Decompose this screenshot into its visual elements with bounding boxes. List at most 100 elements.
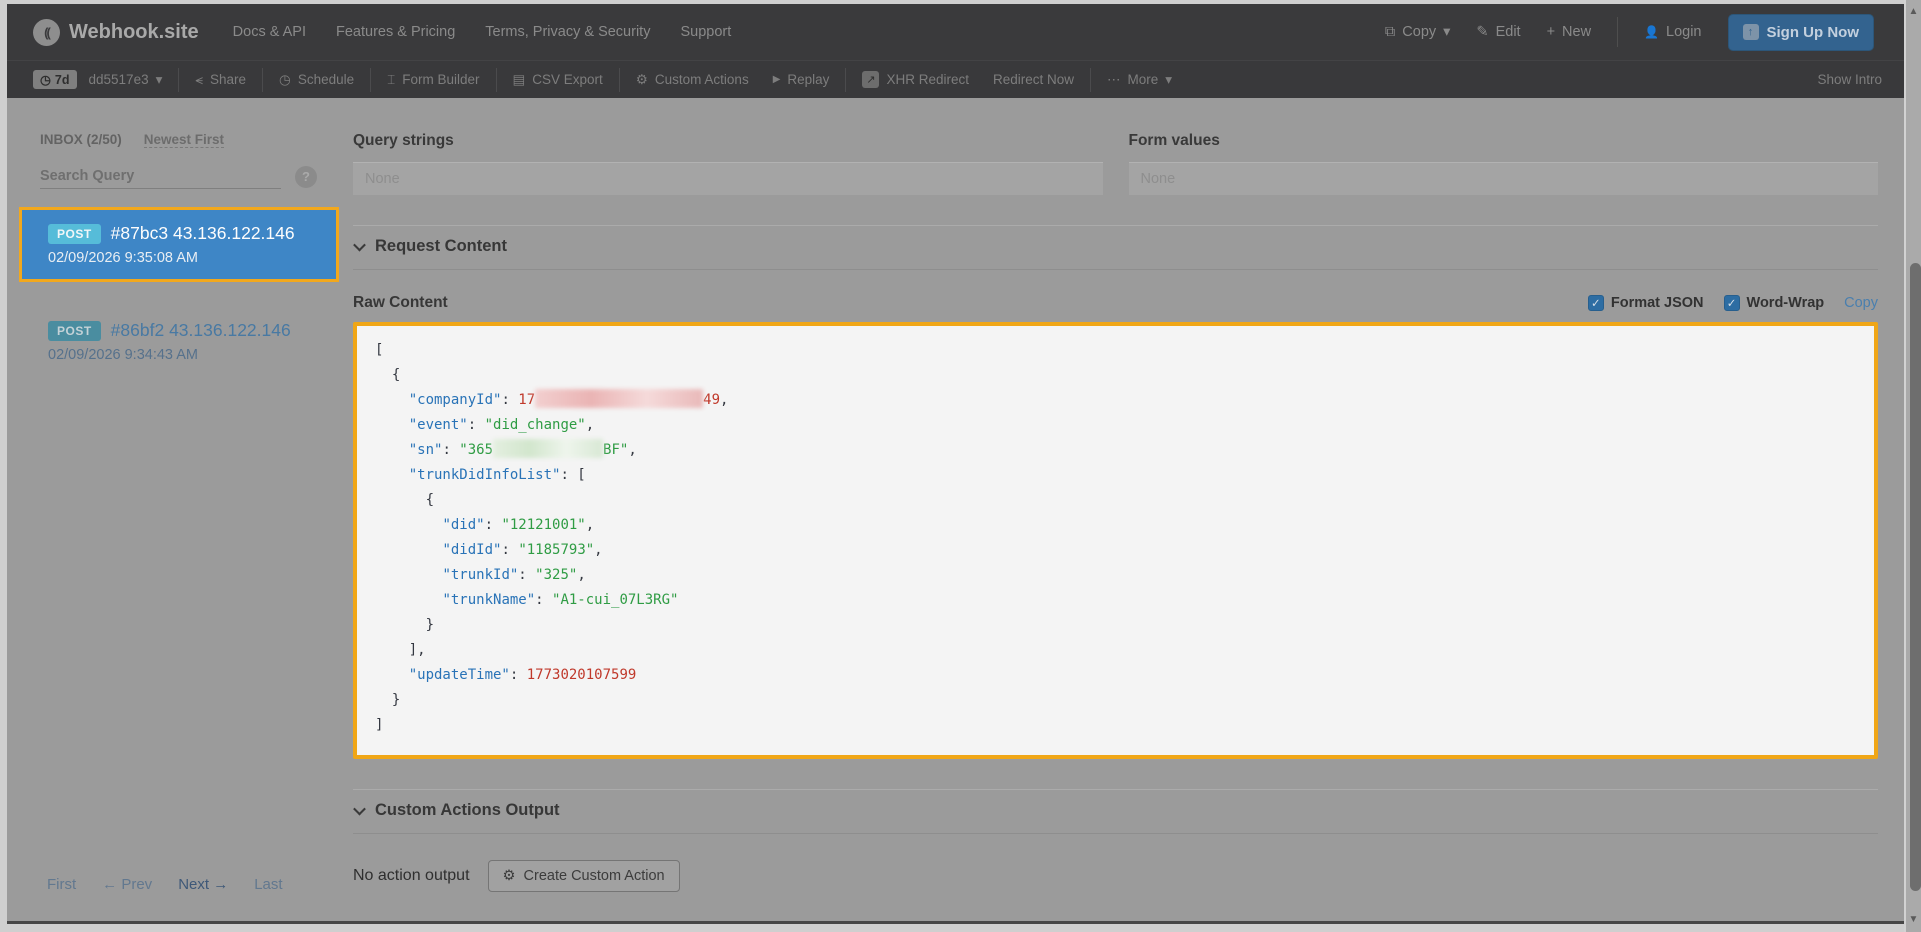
sign-up-now-button[interactable]: ↑ Sign Up Now — [1728, 14, 1875, 51]
copy-raw-content-link[interactable]: Copy — [1844, 295, 1878, 311]
url-toolbar: ◷ 7d dd5517e3 ▾ ⪪ Share ◷ Schedule ⌶ For… — [7, 60, 1914, 98]
share-icon: ⪪ — [195, 72, 203, 88]
webhook-site-logo-icon: (( — [33, 19, 60, 46]
caret-down-icon: ▾ — [156, 72, 163, 88]
raw-content-code[interactable]: [ { "companyId": 1749, "event": "did_cha… — [353, 322, 1878, 759]
checkbox-checked-icon: ✓ — [1724, 295, 1740, 311]
request-list: POST #87bc3 43.136.122.146 02/09/2026 9:… — [7, 207, 345, 401]
toolbar-separator — [262, 68, 263, 92]
no-action-output-label: No action output — [353, 867, 470, 885]
clock-icon: ◷ — [40, 72, 51, 87]
search-row: ? — [40, 164, 317, 189]
token-dropdown[interactable]: dd5517e3 ▾ — [77, 72, 175, 88]
pagination-last[interactable]: Last — [254, 876, 282, 893]
request-list-item-selected[interactable]: POST #87bc3 43.136.122.146 02/09/2026 9:… — [19, 207, 339, 282]
redirect-now-button[interactable]: Redirect Now — [981, 72, 1086, 87]
content-area: INBOX (2/50) Newest First ? POST #87bc3 … — [7, 98, 1914, 921]
top-navbar: (( Webhook.site Docs & API Features & Pr… — [7, 4, 1914, 60]
method-badge: POST — [48, 321, 101, 341]
create-custom-action-button[interactable]: ⚙ Create Custom Action — [488, 860, 680, 892]
nav-link-support[interactable]: Support — [680, 24, 731, 40]
search-help-icon[interactable]: ? — [295, 166, 317, 188]
login-button[interactable]: 👤 Login — [1644, 24, 1701, 40]
brand-home-link[interactable]: (( Webhook.site — [33, 19, 199, 46]
method-badge: POST — [48, 224, 101, 244]
pagination-prev[interactable]: ← Prev — [102, 876, 152, 893]
toolbar-separator — [178, 68, 179, 92]
new-button[interactable]: + New — [1547, 24, 1591, 40]
play-icon: ▶ — [773, 74, 781, 85]
toolbar-separator — [619, 68, 620, 92]
request-item-header: POST #87bc3 43.136.122.146 — [48, 223, 326, 244]
caret-down-icon: ▾ — [1443, 24, 1450, 40]
brand-label: Webhook.site — [69, 21, 199, 44]
query-strings-title: Query strings — [353, 132, 1103, 150]
word-wrap-checkbox[interactable]: ✓ Word-Wrap — [1724, 295, 1825, 311]
toolbar-separator — [370, 68, 371, 92]
toolbar-separator — [496, 68, 497, 92]
sort-order-link[interactable]: Newest First — [144, 132, 224, 148]
ellipsis-icon: ⋯ — [1107, 72, 1121, 88]
pagination-first[interactable]: First — [47, 876, 76, 893]
person-icon: 👤 — [1644, 25, 1659, 39]
form-builder-icon: ⌶ — [387, 72, 395, 88]
form-builder-button[interactable]: ⌶ Form Builder — [375, 72, 491, 88]
browser-frame: (( Webhook.site Docs & API Features & Pr… — [0, 0, 1921, 932]
request-timestamp: 02/09/2026 9:34:43 AM — [48, 347, 326, 363]
request-item-header: POST #86bf2 43.136.122.146 — [48, 320, 326, 341]
file-icon: ▤ — [513, 72, 526, 88]
expiry-badge: ◷ 7d — [33, 70, 77, 89]
replay-button[interactable]: ▶ Replay — [761, 72, 842, 87]
navbar-links: Docs & API Features & Pricing Terms, Pri… — [233, 24, 732, 40]
form-values-section: Form values None — [1129, 132, 1879, 195]
plus-icon: + — [1547, 24, 1555, 40]
chevron-down-icon — [353, 239, 366, 252]
nav-link-terms-privacy-security[interactable]: Terms, Privacy & Security — [485, 24, 650, 40]
inbox-count-label: INBOX (2/50) — [40, 132, 122, 147]
navbar-right: ⧉ Copy ▾ ✎ Edit + New 👤 L — [1385, 14, 1874, 51]
gear-icon: ⚙ — [636, 72, 648, 88]
copy-dropdown-button[interactable]: ⧉ Copy ▾ — [1385, 24, 1451, 40]
query-form-row: Query strings None Form values None — [353, 132, 1878, 195]
request-content-header[interactable]: Request Content — [353, 225, 1878, 270]
pencil-icon: ✎ — [1476, 24, 1488, 40]
request-list-item[interactable]: POST #86bf2 43.136.122.146 02/09/2026 9:… — [19, 304, 339, 379]
scroll-down-arrow-icon[interactable]: ▼ — [1909, 912, 1919, 928]
scrollbar-thumb[interactable] — [1910, 263, 1921, 891]
custom-actions-button[interactable]: ⚙ Custom Actions — [624, 72, 761, 88]
requests-sidebar: INBOX (2/50) Newest First ? POST #87bc3 … — [7, 98, 345, 921]
toolbar-separator — [845, 68, 846, 92]
custom-actions-output-body: No action output ⚙ Create Custom Action — [353, 860, 1878, 892]
webhook-site-window: (( Webhook.site Docs & API Features & Pr… — [7, 4, 1914, 924]
navbar-actions: ⧉ Copy ▾ ✎ Edit + New — [1385, 24, 1591, 40]
format-json-checkbox[interactable]: ✓ Format JSON — [1588, 295, 1704, 311]
more-dropdown[interactable]: ⋯ More ▾ — [1095, 72, 1184, 88]
request-timestamp: 02/09/2026 9:35:08 AM — [48, 250, 326, 266]
nav-link-features-pricing[interactable]: Features & Pricing — [336, 24, 455, 40]
chevron-down-icon — [353, 803, 366, 816]
pagination-next[interactable]: Next → — [178, 876, 228, 893]
sidebar-spacer — [7, 401, 345, 876]
query-strings-empty: None — [353, 162, 1103, 195]
search-query-input[interactable] — [40, 164, 281, 189]
clipboard-icon: ⧉ — [1385, 24, 1395, 40]
checkbox-checked-icon: ✓ — [1588, 295, 1604, 311]
gear-icon: ⚙ — [503, 868, 516, 884]
clock-icon: ◷ — [279, 72, 291, 88]
share-button[interactable]: ⪪ Share — [183, 72, 258, 88]
scroll-up-arrow-icon[interactable]: ▲ — [1909, 4, 1919, 20]
csv-export-button[interactable]: ▤ CSV Export — [501, 72, 615, 88]
nav-link-docs-api[interactable]: Docs & API — [233, 24, 306, 40]
pagination: First ← Prev Next → Last — [7, 876, 345, 921]
vertical-scrollbar[interactable]: ▲ ▼ — [1904, 0, 1921, 932]
raw-content-title: Raw Content — [353, 294, 1588, 312]
show-intro-link[interactable]: Show Intro — [1817, 72, 1896, 87]
xhr-redirect-button[interactable]: ↗ XHR Redirect — [850, 71, 981, 88]
caret-down-icon: ▾ — [1165, 72, 1172, 88]
edit-button[interactable]: ✎ Edit — [1476, 24, 1520, 40]
navbar-left: (( Webhook.site Docs & API Features & Pr… — [33, 19, 731, 46]
raw-content-header: Raw Content ✓ Format JSON ✓ Word-Wrap Co… — [353, 294, 1878, 312]
custom-actions-output-header[interactable]: Custom Actions Output — [353, 789, 1878, 834]
xhr-redirect-icon: ↗ — [862, 71, 879, 88]
schedule-button[interactable]: ◷ Schedule — [267, 72, 366, 88]
